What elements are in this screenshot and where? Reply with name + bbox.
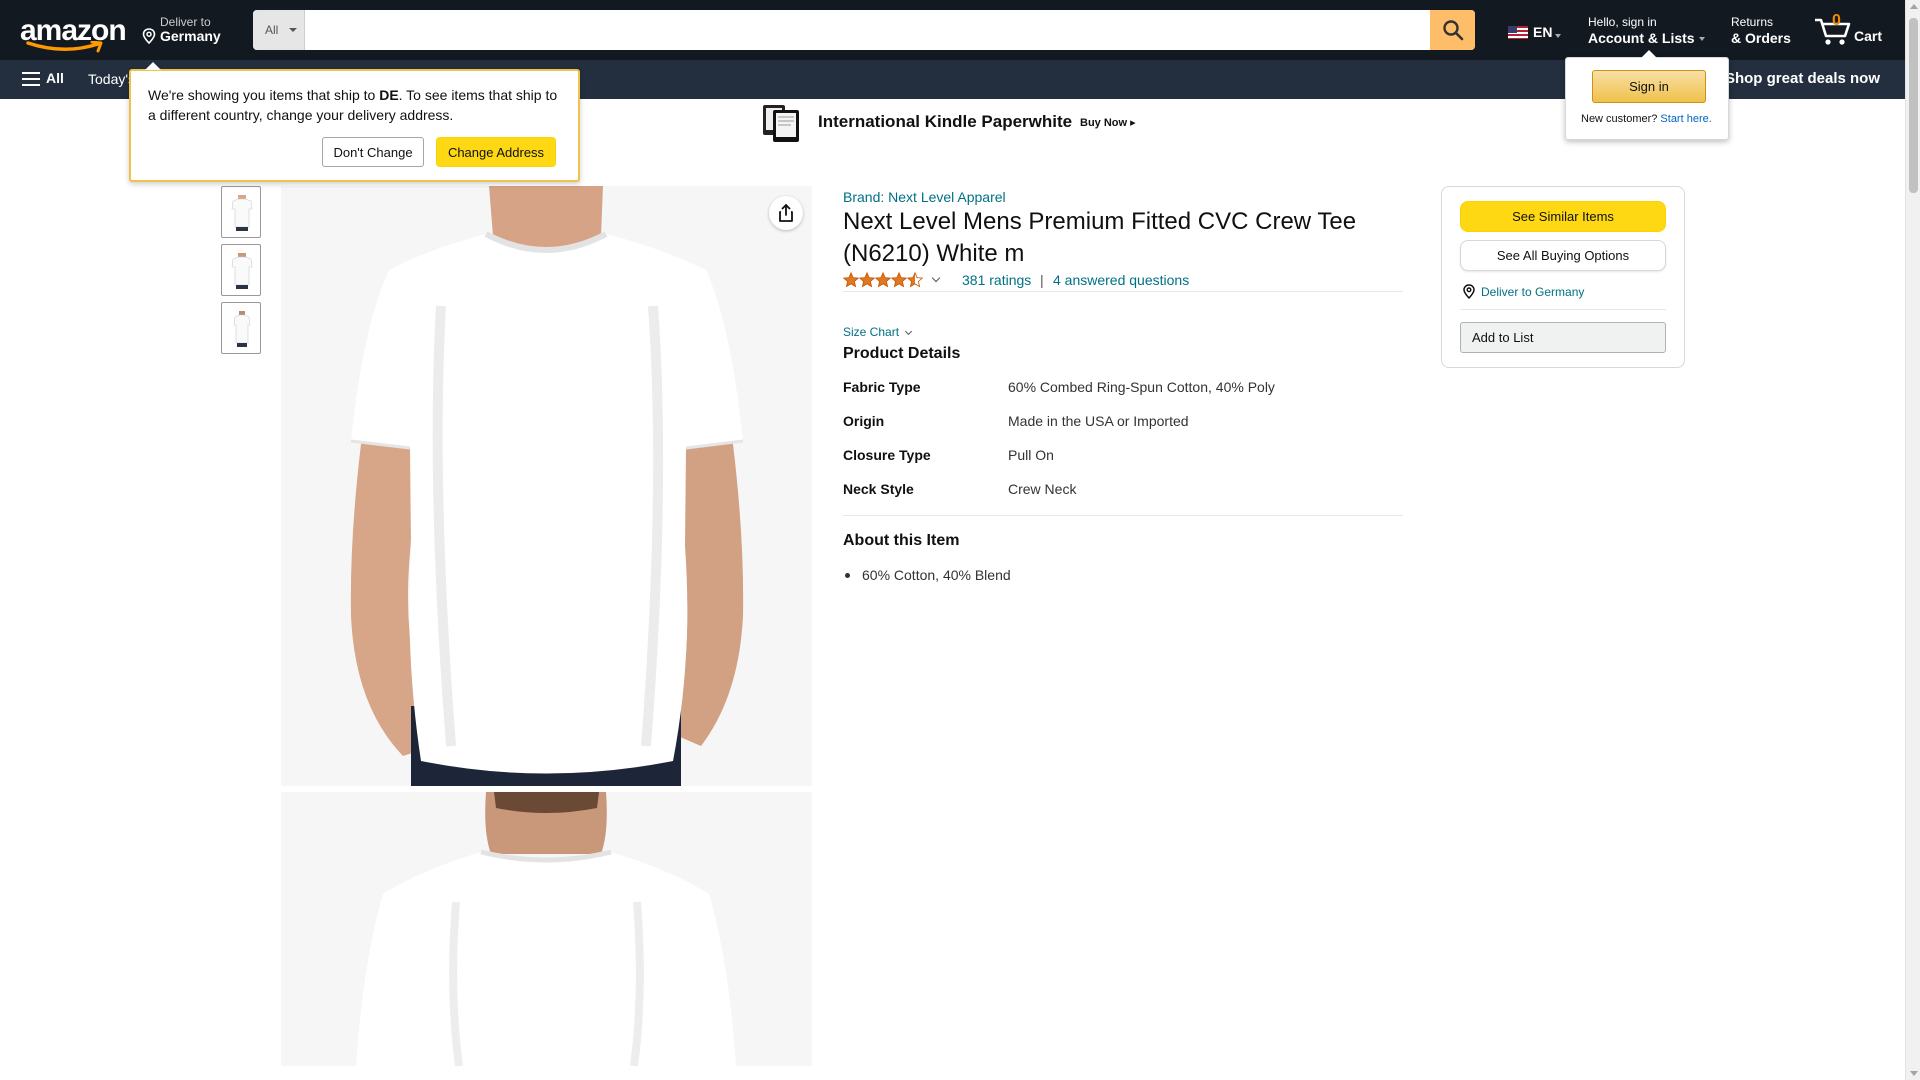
location-pin-icon <box>1463 284 1475 299</box>
new-customer-text: New customer? Start here. <box>1581 113 1712 125</box>
search-input[interactable] <box>306 10 1420 50</box>
caret-down-icon <box>1555 34 1561 38</box>
all-menu-button[interactable]: All <box>22 70 64 87</box>
size-chart-link[interactable]: Size Chart <box>843 325 913 339</box>
deliver-country: Germany <box>160 28 221 44</box>
product-thumbnail-back[interactable] <box>221 302 261 354</box>
brand-link[interactable]: Brand: Next Level Apparel <box>843 189 1006 205</box>
search-button[interactable] <box>1430 10 1475 50</box>
add-to-list-button[interactable]: Add to List <box>1460 322 1666 353</box>
new-customer-label: New customer? <box>1581 113 1658 125</box>
list-item: 60% Cotton, 40% Blend <box>862 567 1011 583</box>
cart-count: 0 <box>1832 12 1841 29</box>
product-main-image[interactable] <box>281 186 812 786</box>
country-code: DE <box>379 87 399 103</box>
scrollbar-thumb[interactable] <box>1909 18 1918 193</box>
tshirt-back-image <box>281 792 812 1066</box>
ratings-count-link[interactable]: 381 ratings <box>962 272 1031 288</box>
detail-key: Fabric Type <box>843 379 921 395</box>
address-message-start: We're showing you items that ship to <box>148 87 380 103</box>
size-chart-label: Size Chart <box>843 325 900 339</box>
product-thumbnail-side[interactable] <box>221 244 261 296</box>
orders-label: & Orders <box>1731 30 1791 46</box>
share-button[interactable] <box>769 196 803 230</box>
buy-box: See Similar Items See All Buying Options… <box>1441 186 1685 368</box>
product-thumbnail-front[interactable] <box>221 186 261 238</box>
returns-label: Returns <box>1731 15 1774 29</box>
kindle-promo-banner[interactable]: International Kindle Paperwhite Buy Now … <box>760 101 1160 143</box>
change-address-button[interactable]: Change Address <box>436 137 556 167</box>
product-title: Next Level Mens Premium Fitted CVC Crew … <box>843 208 1357 267</box>
tshirt-front-image <box>281 186 812 786</box>
search-bar: All <box>253 10 1475 50</box>
divider <box>1460 309 1666 310</box>
chevron-down-icon[interactable] <box>931 273 941 283</box>
detail-key: Closure Type <box>843 447 931 463</box>
product-back-image[interactable] <box>281 792 812 1066</box>
search-category-label: All <box>265 23 279 37</box>
chevron-down-icon <box>904 327 913 336</box>
see-all-buying-options-button[interactable]: See All Buying Options <box>1460 240 1666 271</box>
deliver-label: Deliver to <box>160 15 211 29</box>
search-category-dropdown[interactable]: All <box>253 10 305 50</box>
dont-change-button[interactable]: Don't Change <box>322 137 424 167</box>
banner-buy-now[interactable]: Buy Now ▸ <box>1080 116 1136 129</box>
detail-value: Crew Neck <box>1008 481 1077 497</box>
deliver-to-text: Deliver to Germany <box>1481 285 1585 299</box>
rating-separator: | <box>1040 272 1044 288</box>
page-scrollbar[interactable] <box>1905 0 1920 1080</box>
account-and-lists[interactable]: Hello, sign in Account & Lists <box>1588 15 1705 46</box>
amazon-logo[interactable]: amazon <box>20 12 127 53</box>
search-icon <box>1442 20 1463 41</box>
top-nav-bar: amazon Deliver to Germany All EN Hello, … <box>0 0 1905 60</box>
todays-deals-link[interactable]: Today's Deals <box>88 71 133 87</box>
account-lists-label: Account & Lists <box>1588 30 1695 46</box>
scroll-up-arrow-icon[interactable] <box>1910 4 1918 9</box>
popover-arrow <box>145 62 161 70</box>
detail-key: Origin <box>843 413 885 429</box>
star-rating-icon[interactable] <box>843 271 925 288</box>
detail-value: Made in the USA or Imported <box>1008 413 1189 429</box>
tshirt-thumbnail-image <box>231 253 253 289</box>
detail-value: Pull On <box>1008 447 1054 463</box>
location-pin-icon <box>142 28 156 44</box>
banner-title: International Kindle Paperwhite <box>818 112 1073 131</box>
delivery-address-popover: We're showing you items that ship to DE.… <box>129 62 580 182</box>
about-item-list: 60% Cotton, 40% Blend <box>845 567 1011 583</box>
popover-arrow <box>1641 50 1657 58</box>
divider <box>843 515 1403 516</box>
smile-arrow-icon <box>26 41 103 53</box>
detail-value: 60% Combed Ring-Spun Cotton, 40% Poly <box>1008 379 1275 395</box>
returns-and-orders[interactable]: Returns & Orders <box>1731 15 1791 46</box>
start-here-link[interactable]: Start here. <box>1660 113 1711 125</box>
detail-key: Neck Style <box>843 481 914 497</box>
bullet-icon <box>845 573 850 578</box>
hamburger-menu-icon <box>22 72 40 87</box>
tshirt-thumbnail-image <box>233 311 251 347</box>
caret-down-icon <box>289 28 297 32</box>
shop-deals-link[interactable]: Shop great deals now <box>1725 70 1880 87</box>
share-icon <box>779 204 793 222</box>
sign-in-popover: Sign in New customer? Start here. <box>1565 50 1729 140</box>
product-details-heading: Product Details <box>843 345 961 362</box>
tshirt-thumbnail-image <box>231 195 253 231</box>
about-item-heading: About this Item <box>843 532 960 549</box>
sign-in-button[interactable]: Sign in <box>1592 70 1706 103</box>
answered-questions-link[interactable]: 4 answered questions <box>1053 272 1189 288</box>
account-greeting: Hello, sign in <box>1588 15 1657 29</box>
divider <box>843 291 1403 292</box>
cart-button[interactable]: 0 Cart <box>1814 12 1894 48</box>
language-code: EN <box>1533 24 1553 40</box>
all-menu-label: All <box>46 70 64 86</box>
us-flag-icon <box>1508 26 1528 39</box>
scroll-down-arrow-icon[interactable] <box>1910 1071 1918 1076</box>
kindle-device-icon <box>763 105 799 142</box>
caret-down-icon <box>1698 37 1705 42</box>
cart-label: Cart <box>1854 28 1883 44</box>
address-message: We're showing you items that ship to DE.… <box>148 85 568 125</box>
see-similar-items-button[interactable]: See Similar Items <box>1460 201 1666 232</box>
